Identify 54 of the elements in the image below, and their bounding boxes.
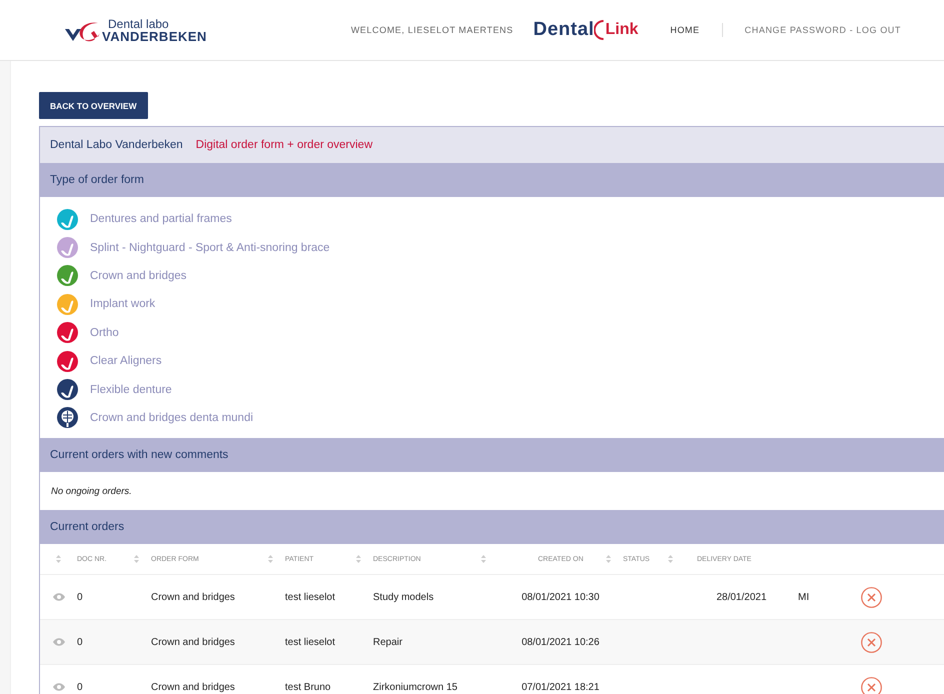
table-cell: Crown and bridges xyxy=(151,592,235,603)
delete-icon[interactable] xyxy=(860,676,882,694)
sort-icon[interactable] xyxy=(606,555,611,564)
table-cell: 08/01/2021 10:26 xyxy=(522,636,600,648)
table-cell: test lieselot xyxy=(285,636,336,648)
table-cell: 0 xyxy=(77,682,83,693)
back-button[interactable]: BACK TO OVERVIEW xyxy=(39,92,148,119)
table-cell: 0 xyxy=(77,636,83,648)
sort-icon[interactable] xyxy=(268,555,273,564)
logo-text: VANDERBEKEN xyxy=(102,30,207,42)
logo-text: Dental labo xyxy=(107,18,170,30)
table-cell: Repair xyxy=(373,636,402,648)
order-form-link[interactable]: Dentures and partial frames xyxy=(90,213,232,226)
section-title: Current orders xyxy=(50,521,124,534)
nav-link[interactable]: CHANGE PASSWORD - LOG OUT xyxy=(744,25,901,35)
order-form-link[interactable]: Implant work xyxy=(90,298,156,310)
order-form-link[interactable]: Crown and bridges denta mundi xyxy=(90,412,254,424)
delete-icon[interactable] xyxy=(860,586,882,608)
table-cell: test lieselot xyxy=(285,592,336,603)
brand-text: Link xyxy=(605,21,638,39)
order-form-link[interactable]: Clear Aligners xyxy=(90,355,162,368)
brand-text: Dental xyxy=(533,19,594,41)
table-cell: 28/01/2021 xyxy=(716,592,767,603)
table-cell: 07/01/2021 18:21 xyxy=(522,682,600,693)
eye-icon[interactable] xyxy=(52,638,64,646)
table-cell: test Bruno xyxy=(285,682,331,693)
table-cell: Study models xyxy=(373,592,434,603)
table-cell: Crown and bridges xyxy=(151,636,235,648)
panel-subtitle: Digital order form + order overview xyxy=(196,139,372,151)
eye-icon[interactable] xyxy=(52,593,64,602)
order-form-link[interactable]: Splint - Nightguard - Sport & Anti-snoring brace xyxy=(90,242,330,254)
sort-icon[interactable] xyxy=(481,555,486,564)
sort-icon[interactable] xyxy=(668,555,673,564)
table-cell: 0 xyxy=(77,592,83,603)
table-cell: MI xyxy=(798,592,810,603)
table-cell: Zirkoniumcrown 15 xyxy=(373,682,458,693)
order-form-link[interactable]: Crown and bridges xyxy=(90,270,187,282)
table-cell: 08/01/2021 10:30 xyxy=(522,592,600,603)
panel-title: Dental Labo Vanderbeken xyxy=(50,139,183,151)
ring-icon xyxy=(594,20,604,40)
sort-icon[interactable] xyxy=(134,555,139,564)
logo-mark-icon xyxy=(64,20,100,42)
section-title: Current orders with new comments xyxy=(50,449,228,462)
section-title: Type of order form xyxy=(50,174,144,186)
order-form-link[interactable]: Flexible denture xyxy=(90,384,172,396)
welcome-text: WELCOME, LIESELOT MAERTENS xyxy=(350,25,514,35)
empty-message: No ongoing orders. xyxy=(51,486,132,497)
table-cell: Crown and bridges xyxy=(151,682,235,693)
eye-icon[interactable] xyxy=(52,683,64,692)
nav-link[interactable]: HOME xyxy=(670,25,700,35)
sort-icon[interactable] xyxy=(356,555,361,564)
sort-icon[interactable] xyxy=(56,555,61,564)
order-form-link[interactable]: Ortho xyxy=(90,326,119,339)
delete-icon[interactable] xyxy=(860,632,882,653)
